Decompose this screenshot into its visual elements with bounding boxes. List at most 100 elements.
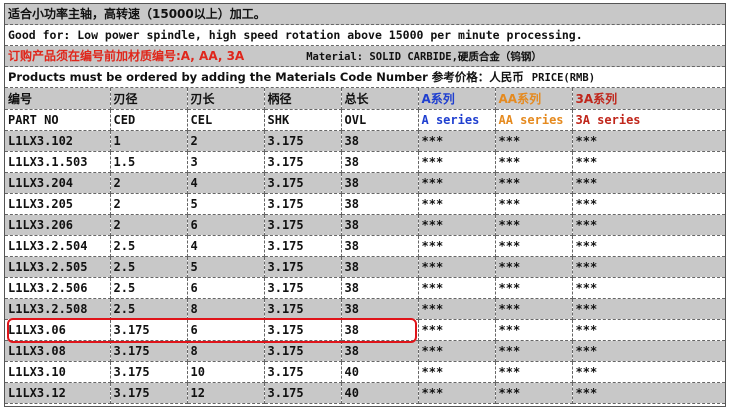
cell-ovl: 总长 — [341, 88, 419, 110]
table-row: L1LX3.12 3.175 12 3.175 40 *** *** *** — [5, 382, 725, 404]
cell-3a-series: 3A series — [572, 109, 725, 131]
cell-aa-series: *** — [495, 235, 573, 257]
cell-a-series: *** — [418, 277, 496, 299]
cell-ced: 2 — [110, 214, 188, 236]
table-row: L1LX3.1.503 1.5 3 3.175 38 *** *** *** — [5, 151, 725, 173]
cell-aa-series: *** — [495, 277, 573, 299]
cell-aa-series: *** — [495, 340, 573, 362]
cell-3a-series: *** — [572, 361, 725, 383]
cell-3a-series: *** — [572, 319, 725, 341]
cell-a-series: *** — [418, 319, 496, 341]
cell-ced: CED — [110, 109, 188, 131]
cell-shk: 3.175 — [264, 382, 342, 404]
cell-part-no: L1LX3.2.505 — [5, 256, 111, 278]
cell-a-series: *** — [418, 382, 496, 404]
table-row: L1LX3.06 3.175 6 3.175 38 *** *** *** — [5, 319, 725, 341]
table-row: L1LX3.205 2 5 3.175 38 *** *** *** — [5, 193, 725, 215]
cell-cel: 3 — [187, 151, 265, 173]
cell-ovl: 38 — [341, 193, 419, 215]
cell-ced: 3.175 — [110, 319, 188, 341]
cell-ced: 3.175 — [110, 340, 188, 362]
cell-shk: 3.175 — [264, 193, 342, 215]
cell-shk: 3.175 — [264, 298, 342, 320]
cell-aa-series: *** — [495, 382, 573, 404]
cell-part-no: L1LX3.10 — [5, 361, 111, 383]
cell-3a-series: 3A系列 — [572, 88, 725, 110]
cell-ced: 2.5 — [110, 298, 188, 320]
cell-a-series: A系列 — [418, 88, 496, 110]
cell-cel: 8 — [187, 298, 265, 320]
cell-cel: 4 — [187, 172, 265, 194]
order-material-line: 订购产品须在编号前加材质编号:A, AA, 3A Material: SOLID … — [5, 46, 725, 67]
cell-ced: 刃径 — [110, 88, 188, 110]
cell-part-no: L1LX3.06 — [5, 319, 111, 341]
table-row: L1LX3.08 3.175 8 3.175 38 *** *** *** — [5, 340, 725, 362]
cell-part-no: L1LX3.08 — [5, 340, 111, 362]
table-row: L1LX3.2.505 2.5 5 3.175 38 *** *** *** — [5, 256, 725, 278]
cell-ovl: 38 — [341, 256, 419, 278]
cell-shk: 3.175 — [264, 214, 342, 236]
cell-aa-series: *** — [495, 319, 573, 341]
cell-shk: 3.175 — [264, 235, 342, 257]
price-label: PRICE(RMB) — [531, 72, 596, 84]
cell-ced: 1 — [110, 130, 188, 152]
cell-shk: 3.175 — [264, 340, 342, 362]
cell-ovl: 40 — [341, 361, 419, 383]
cell-a-series: *** — [418, 193, 496, 215]
cell-part-no: L1LX3.205 — [5, 193, 111, 215]
cell-3a-series: *** — [572, 382, 725, 404]
cell-3a-series: *** — [572, 193, 725, 215]
cell-a-series: *** — [418, 256, 496, 278]
product-spec-sheet: 适合小功率主轴，高转速（15000以上）加工。 Good for: Low po… — [4, 3, 726, 407]
cell-3a-series: *** — [572, 172, 725, 194]
table-row: L1LX3.206 2 6 3.175 38 *** *** *** — [5, 214, 725, 236]
cell-cel: 5 — [187, 193, 265, 215]
cell-a-series: *** — [418, 340, 496, 362]
cell-shk: SHK — [264, 109, 342, 131]
cell-aa-series: *** — [495, 214, 573, 236]
cell-ced: 1.5 — [110, 151, 188, 173]
cell-aa-series: *** — [495, 193, 573, 215]
cell-aa-series: AA series — [495, 109, 573, 131]
cell-cel: 10 — [187, 361, 265, 383]
cell-cel: 8 — [187, 340, 265, 362]
cell-ovl: 38 — [341, 277, 419, 299]
cell-ovl: 38 — [341, 319, 419, 341]
cell-3a-series: *** — [572, 214, 725, 236]
cell-ced: 2 — [110, 193, 188, 215]
cell-part-no: L1LX3.12 — [5, 382, 111, 404]
cell-ced: 2.5 — [110, 277, 188, 299]
cell-part-no: L1LX3.2.504 — [5, 235, 111, 257]
cell-cel: 6 — [187, 277, 265, 299]
cell-part-no: 编号 — [5, 88, 111, 110]
cell-aa-series: AA系列 — [495, 88, 573, 110]
cell-shk: 3.175 — [264, 130, 342, 152]
cell-part-no: L1LX3.2.508 — [5, 298, 111, 320]
header-row-en: PART NO CED CEL SHK OVL A series AA series 3A s… — [5, 109, 725, 131]
table-row: L1LX3.2.504 2.5 4 3.175 38 *** *** *** — [5, 235, 725, 257]
order-note-red: 订购产品须在编号前加材质编号:A, AA, 3A — [8, 49, 245, 63]
cell-aa-series: *** — [495, 256, 573, 278]
cell-shk: 3.175 — [264, 361, 342, 383]
table-row: L1LX3.10 3.175 10 3.175 40 *** *** *** — [5, 361, 725, 383]
cell-a-series: *** — [418, 361, 496, 383]
cell-ced: 3.175 — [110, 382, 188, 404]
cell-cel: 12 — [187, 382, 265, 404]
cell-cel: 6 — [187, 319, 265, 341]
description-en: Good for: Low power spindle, high speed … — [5, 25, 725, 46]
cell-ovl: 38 — [341, 214, 419, 236]
cell-a-series: A series — [418, 109, 496, 131]
cell-a-series: *** — [418, 214, 496, 236]
cell-aa-series: *** — [495, 172, 573, 194]
cell-part-no: PART NO — [5, 109, 111, 131]
cell-ovl: 38 — [341, 235, 419, 257]
order-price-line: Products must be ordered by adding the M… — [5, 67, 725, 88]
material-label: Material: SOLID CARBIDE,硬质合金（钨钢） — [306, 51, 542, 63]
cell-aa-series: *** — [495, 130, 573, 152]
cell-ced: 2.5 — [110, 256, 188, 278]
cell-3a-series: *** — [572, 151, 725, 173]
cell-cel: 4 — [187, 235, 265, 257]
cell-3a-series: *** — [572, 235, 725, 257]
cell-ced: 2.5 — [110, 235, 188, 257]
header-row-cn: 编号 刃径 刃长 柄径 总长 A系列 AA系列 3A系列 — [5, 88, 725, 110]
